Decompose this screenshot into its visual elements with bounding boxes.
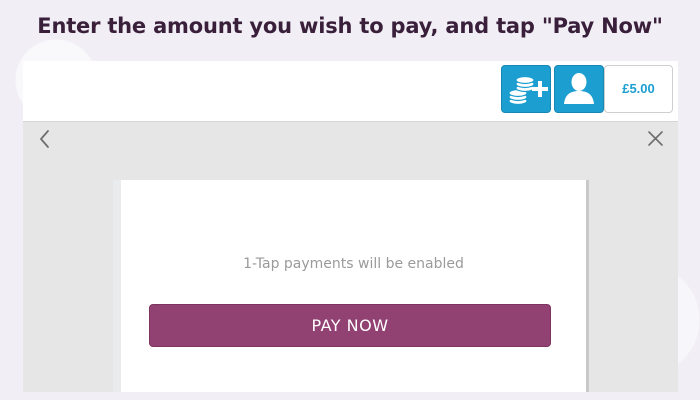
balance-display[interactable]: £5.00 xyxy=(604,65,673,113)
instruction-banner: Enter the amount you wish to pay, and ta… xyxy=(37,14,663,38)
nav-row xyxy=(23,122,678,162)
add-credit-button[interactable] xyxy=(501,65,551,113)
close-button[interactable] xyxy=(645,128,667,150)
close-icon xyxy=(648,131,663,146)
one-tap-message: 1-Tap payments will be enabled xyxy=(243,256,464,272)
back-button[interactable] xyxy=(35,126,55,152)
payment-panel: 1-Tap payments will be enabled PAY NOW xyxy=(113,180,589,392)
account-button[interactable] xyxy=(554,65,604,113)
user-silhouette-icon xyxy=(564,73,594,104)
pay-now-button[interactable]: PAY NOW xyxy=(149,304,551,347)
chevron-left-icon xyxy=(40,130,49,148)
top-bar: £5.00 xyxy=(23,61,678,122)
coins-plus-icon xyxy=(508,75,548,106)
app-frame: £5.00 1-Tap payments will be enabled PAY… xyxy=(23,61,678,392)
